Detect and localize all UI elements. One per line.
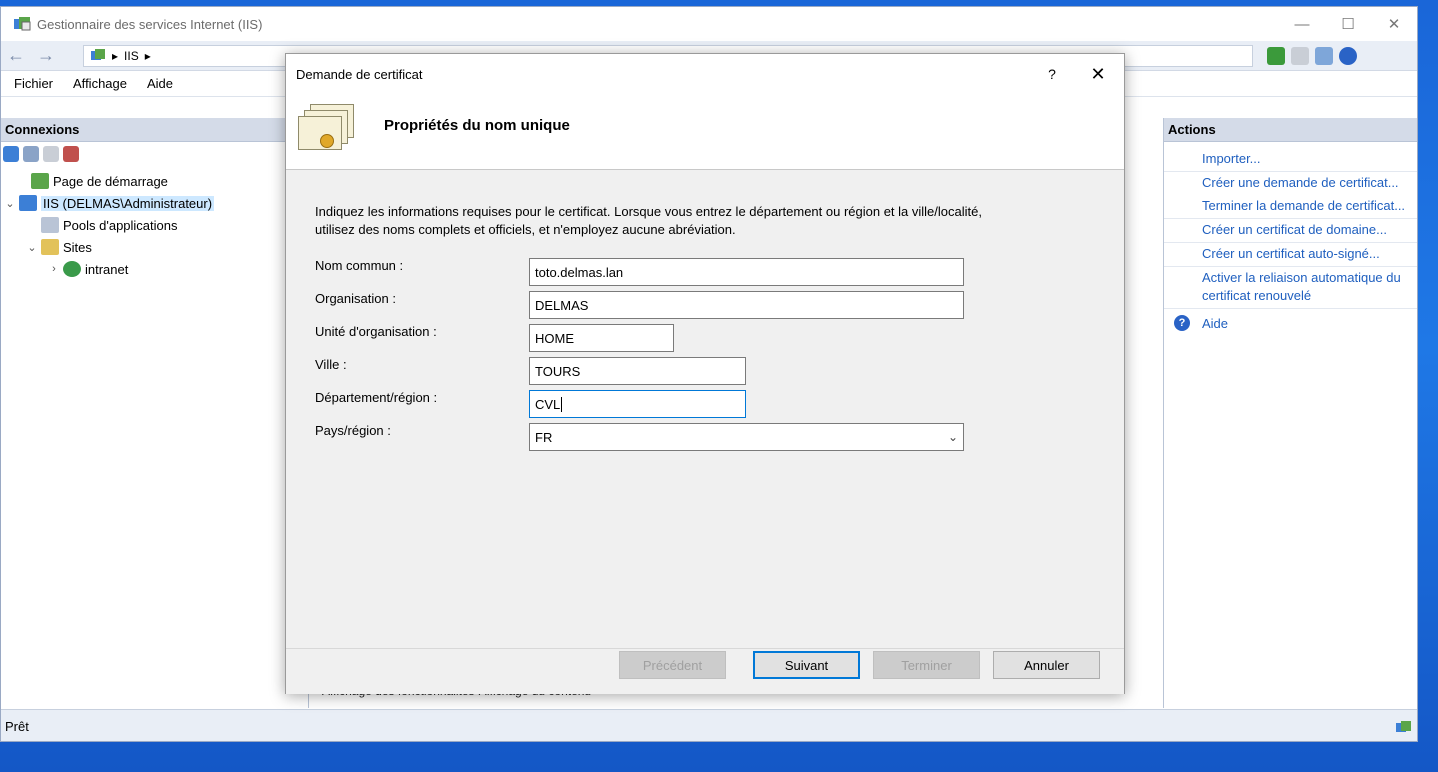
chevron-down-icon: ⌄ [947,430,958,444]
action-create-domain-cert[interactable]: Créer un certificat de domaine... [1164,219,1417,243]
tree-item-app-pools[interactable]: Pools d'applications [1,214,308,236]
country-label: Pays/région : [315,423,391,438]
actions-pane: Actions Importer... Créer une demande de… [1163,118,1417,708]
text-caret [561,396,563,412]
country-select[interactable]: FR ⌄ [529,423,964,451]
org-unit-field[interactable]: HOME [529,324,674,352]
connections-header: Connexions [1,118,308,142]
up-icon[interactable] [43,146,59,162]
status-text: Prêt [5,719,29,734]
previous-button[interactable]: Précédent [619,651,726,679]
row-state: Département/région : CVL [315,390,1124,423]
action-help[interactable]: ? Aide [1164,309,1417,331]
refresh-icon[interactable] [1267,46,1285,65]
minimize-button[interactable]: — [1279,7,1325,41]
connections-toolbar [1,142,308,166]
tree-item-sites[interactable]: ⌄ Sites [1,236,308,258]
menu-view[interactable]: Affichage [60,76,134,91]
collapse-icon[interactable]: ⌄ [23,241,41,254]
next-button[interactable]: Suivant [753,651,860,679]
cancel-button[interactable]: Annuler [993,651,1100,679]
start-page-icon [31,173,49,189]
server-icon [19,195,37,211]
city-label: Ville : [315,357,347,372]
expand-icon[interactable]: › [45,263,63,275]
state-label: Département/région : [315,390,438,405]
action-enable-rebind[interactable]: Activer la reliaison automatique du cert… [1164,267,1417,309]
help-icon: ? [1174,315,1190,331]
tree-item-start-page[interactable]: Page de démarrage [1,170,308,192]
window-title: Gestionnaire des services Internet (IIS) [37,16,263,32]
dialog-titlebar: Demande de certificat ? ✕ [286,54,1124,94]
action-help-label: Aide [1202,315,1229,331]
state-field[interactable]: CVL [529,390,746,418]
tree-item-intranet[interactable]: › intranet [1,258,308,280]
distinguished-name-form: Nom commun : toto.delmas.lan Organisatio… [315,258,1124,456]
actions-header: Actions [1164,118,1417,142]
action-create-self-signed[interactable]: Créer un certificat auto-signé... [1164,243,1417,267]
close-window-button[interactable]: ✕ [1371,7,1417,41]
path-arrow-icon: ▸ [144,48,151,63]
status-bar: Prêt [1,709,1417,741]
connections-tree: Page de démarrage ⌄ IIS (DELMAS\Administ… [1,166,308,280]
common-name-label: Nom commun : [315,258,404,273]
org-unit-label: Unité d'organisation : [315,324,437,339]
row-organization: Organisation : DELMAS [315,291,1124,324]
common-name-field[interactable]: toto.delmas.lan [529,258,964,286]
row-common-name: Nom commun : toto.delmas.lan [315,258,1124,291]
connections-pane: Connexions Page de démarrage ⌄ IIS (DELM… [1,118,309,708]
stop-icon[interactable] [1291,46,1309,65]
path-arrow-icon: ▸ [112,48,119,63]
row-country: Pays/région : FR ⌄ [315,423,1124,456]
dialog-footer: Précédent Suivant Terminer Annuler [286,648,1124,694]
collapse-icon[interactable]: ⌄ [1,197,19,210]
dialog-heading: Propriétés du nom unique [384,117,570,134]
menu-file[interactable]: Fichier [1,76,60,91]
forward-button[interactable]: → [31,43,61,69]
globe-icon [63,261,81,277]
dialog-header: Propriétés du nom unique [286,94,1124,170]
certificate-icon [296,104,356,156]
instructions-text: Indiquez les informations requises pour … [315,204,982,237]
window-titlebar: Gestionnaire des services Internet (IIS)… [1,7,1417,41]
dialog-close-button[interactable]: ✕ [1072,64,1124,85]
back-button[interactable]: ← [1,43,31,69]
server-icon [1396,720,1411,732]
action-import[interactable]: Importer... [1164,148,1417,172]
disconnect-icon[interactable] [63,146,79,162]
menu-help[interactable]: Aide [134,76,180,91]
dialog-help-button[interactable]: ? [1032,66,1072,82]
home-icon[interactable] [1315,46,1333,65]
organization-field[interactable]: DELMAS [529,291,964,319]
connect-icon[interactable] [3,146,19,162]
save-icon[interactable] [23,146,39,162]
action-complete-request[interactable]: Terminer la demande de certificat... [1164,195,1417,219]
tree-item-server[interactable]: ⌄ IIS (DELMAS\Administrateur) [1,192,308,214]
dialog-body: Indiquez les informations requises pour … [286,170,1124,456]
city-field[interactable]: TOURS [529,357,746,385]
path-item-iis[interactable]: IIS [124,49,139,63]
server-icon [91,48,105,60]
certificate-request-dialog: Demande de certificat ? ✕ Propriétés du … [285,53,1125,694]
dialog-title: Demande de certificat [296,66,423,82]
iis-app-icon [14,17,31,31]
action-create-request[interactable]: Créer une demande de certificat... [1164,172,1417,195]
finish-button[interactable]: Terminer [873,651,980,679]
row-city: Ville : TOURS [315,357,1124,390]
sites-folder-icon [41,239,59,255]
row-org-unit: Unité d'organisation : HOME [315,324,1124,357]
help-icon[interactable] [1339,46,1357,65]
maximize-button[interactable]: ☐ [1325,7,1371,41]
organization-label: Organisation : [315,291,396,306]
app-pool-icon [41,217,59,233]
